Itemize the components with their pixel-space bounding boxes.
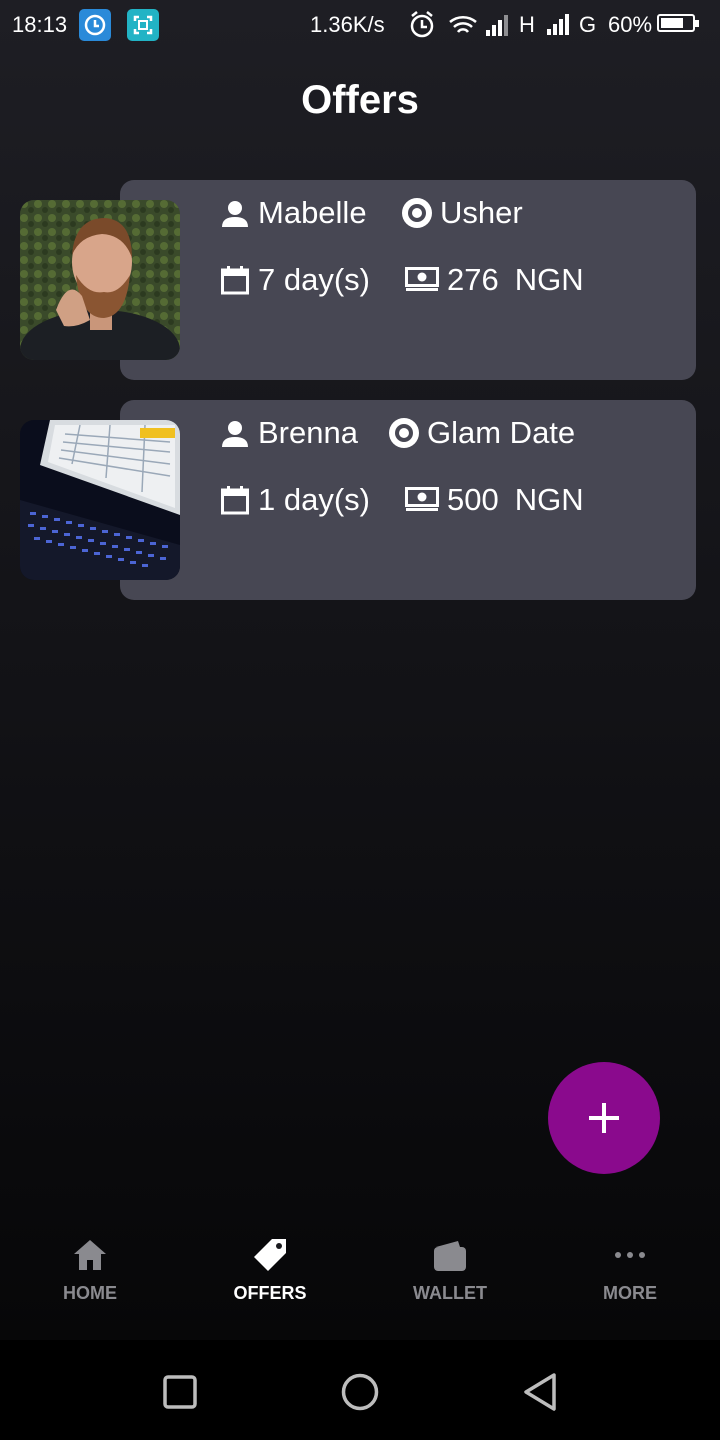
tag-icon (254, 1239, 286, 1271)
status-time: 18:13 (12, 12, 68, 37)
offer-name: Mabelle (258, 195, 367, 230)
nav-more[interactable]: MORE (540, 1225, 720, 1325)
home-icon (74, 1240, 106, 1270)
target-icon (402, 198, 432, 228)
offer-amount: 276 (447, 262, 499, 297)
status-bar: 18:13 1.36K/s H G 60% (0, 0, 720, 50)
nav-home[interactable]: HOME (0, 1225, 180, 1325)
battery-percent: 60% (608, 12, 653, 37)
offer-card[interactable]: Brenna Glam Date 1 day(s) 500 NGN (0, 400, 720, 600)
system-nav-bar (0, 1340, 720, 1440)
offer-amount: 500 (447, 482, 499, 517)
wallet-icon (434, 1241, 466, 1271)
offer-duration-row: 7 day(s) (220, 260, 370, 300)
nav-wallet-label: WALLET (413, 1283, 487, 1303)
offer-duration-row: 1 day(s) (220, 480, 370, 520)
person-icon (220, 198, 250, 228)
offer-category-row: Glam Date (389, 413, 575, 453)
offer-duration: 7 day(s) (258, 262, 370, 297)
alarm-icon (410, 11, 434, 38)
offer-photo (20, 200, 180, 360)
offer-category-row: Usher (402, 193, 523, 233)
bottom-nav: HOME OFFERS WALLET MORE (0, 1225, 720, 1325)
offer-duration: 1 day(s) (258, 482, 370, 517)
offer-name-row: Brenna (220, 413, 358, 453)
network-type-2: G (579, 12, 597, 37)
target-icon (389, 418, 419, 448)
nav-more-label: MORE (603, 1283, 657, 1303)
status-icons (408, 8, 518, 47)
offer-photo (20, 420, 180, 580)
plus-icon (589, 1103, 619, 1133)
page-title: Offers (301, 78, 419, 122)
person-icon (220, 418, 250, 448)
offer-name-row: Mabelle (220, 193, 367, 233)
nav-wallet[interactable]: WALLET (360, 1225, 540, 1325)
signal-icon (486, 15, 508, 36)
more-icon (615, 1252, 645, 1258)
offer-name: Brenna (258, 415, 358, 450)
nav-home-label: HOME (63, 1283, 117, 1303)
offer-category: Usher (440, 195, 523, 230)
offer-currency: NGN (514, 262, 584, 297)
app-notification-icon (79, 9, 111, 41)
calendar-icon (220, 265, 250, 295)
nav-offers[interactable]: OFFERS (180, 1225, 360, 1325)
network-type-1: H (519, 12, 535, 37)
battery-icon (657, 14, 699, 32)
network-speed: 1.36K/s (310, 12, 385, 37)
home-system-button[interactable] (341, 1373, 379, 1411)
offer-card[interactable]: Mabelle Usher 7 day(s) 276 NGN (0, 180, 720, 380)
signal-icon-2 (545, 14, 577, 41)
money-icon (405, 265, 439, 295)
offer-amount-row: 276 NGN (405, 260, 584, 300)
money-icon (405, 485, 439, 515)
offer-currency: NGN (514, 482, 584, 517)
back-button[interactable] (522, 1372, 558, 1412)
screenshot-icon (127, 9, 159, 41)
recents-button[interactable] (163, 1375, 197, 1409)
wifi-icon (449, 15, 477, 33)
offer-category: Glam Date (427, 415, 576, 450)
nav-offers-label: OFFERS (233, 1283, 307, 1303)
calendar-icon (220, 485, 250, 515)
add-offer-button[interactable] (548, 1062, 660, 1174)
offer-amount-row: 500 NGN (405, 480, 584, 520)
